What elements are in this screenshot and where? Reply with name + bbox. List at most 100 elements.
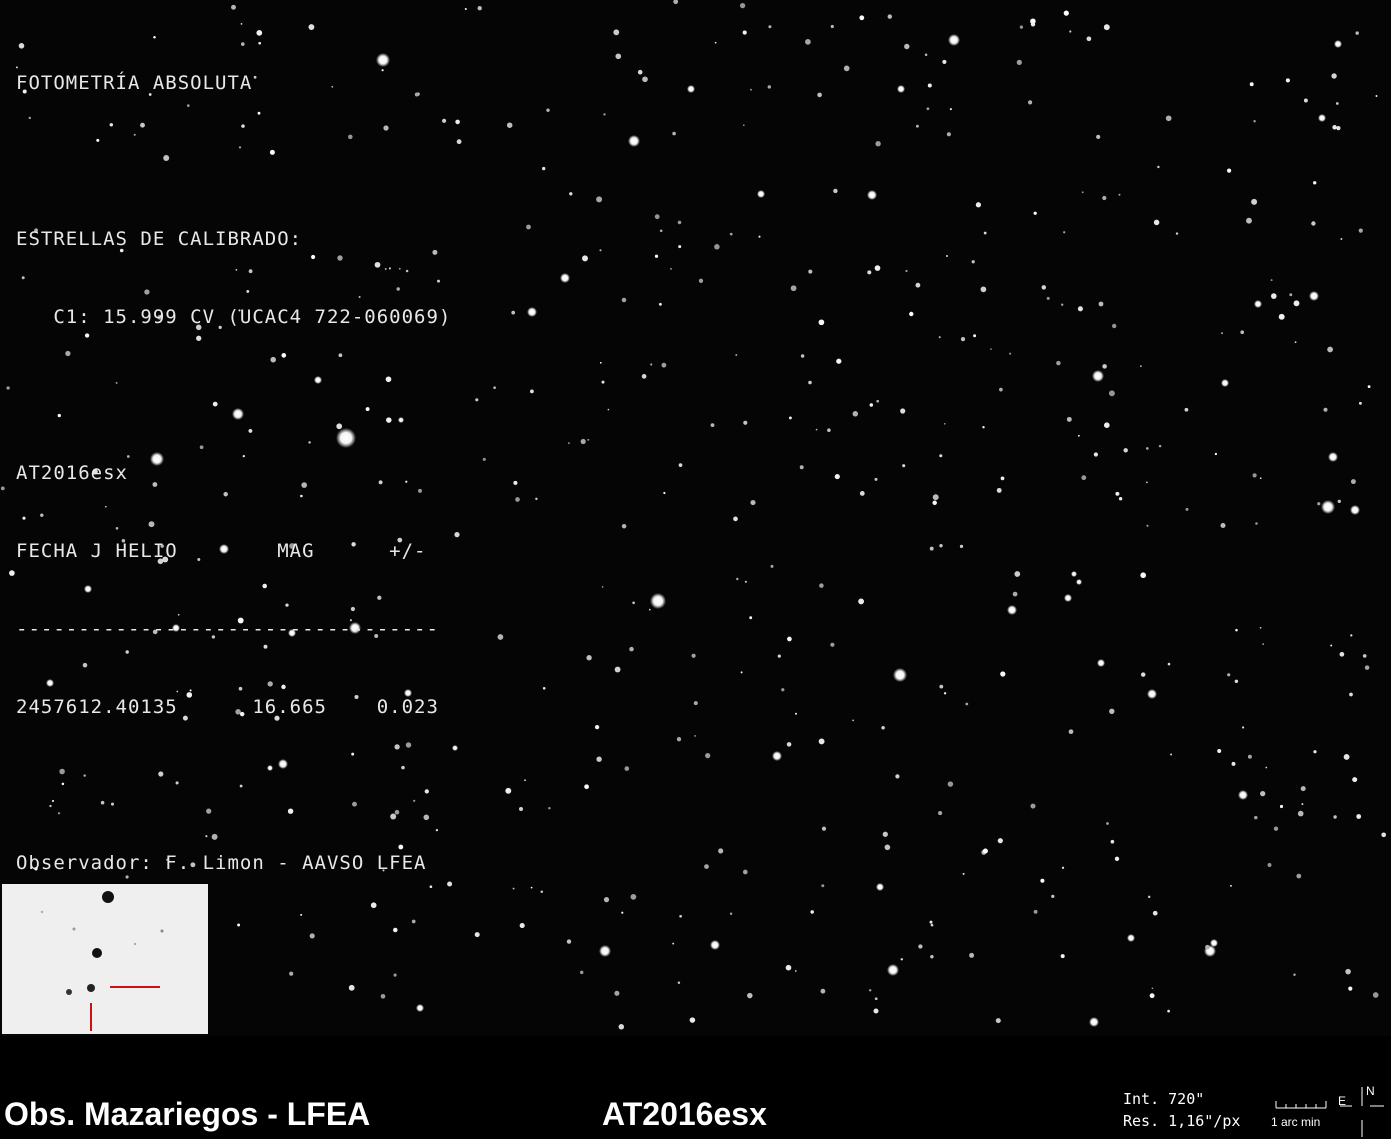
faint-star: [348, 984, 355, 991]
faint-star: [819, 583, 824, 588]
faint-star: [808, 380, 812, 385]
faint-star: [1375, 95, 1378, 97]
faint-star: [9, 570, 15, 576]
faint-star: [648, 608, 651, 611]
faint-star: [677, 981, 681, 985]
faint-star: [787, 636, 792, 642]
faint-star: [710, 423, 715, 427]
faint-star: [542, 687, 546, 690]
faint-star: [1251, 198, 1258, 205]
faint-star: [882, 831, 888, 837]
faint-star: [884, 844, 891, 851]
faint-star: [1364, 665, 1370, 670]
star: [1064, 594, 1072, 602]
star: [1092, 370, 1104, 382]
faint-star: [859, 491, 865, 496]
faint-star: [6, 386, 10, 390]
faint-star: [876, 399, 880, 403]
faint-star: [1297, 810, 1304, 817]
faint-star: [1140, 365, 1142, 367]
faint-star: [996, 487, 1002, 493]
faint-star: [542, 166, 546, 171]
faint-star: [1078, 434, 1080, 437]
faint-star: [679, 914, 682, 918]
target-name: AT2016esx: [16, 462, 128, 484]
faint-star: [599, 361, 602, 364]
star: [876, 883, 884, 891]
faint-star: [946, 132, 951, 137]
faint-star: [1247, 754, 1252, 759]
faint-star: [1033, 211, 1037, 215]
faint-star: [1231, 761, 1236, 766]
faint-star: [750, 88, 752, 91]
faint-star: [1358, 228, 1363, 233]
faint-star: [1061, 866, 1065, 869]
faint-star: [677, 220, 682, 225]
star: [599, 945, 611, 957]
faint-star: [767, 85, 771, 89]
faint-star: [1300, 786, 1306, 792]
faint-star: [705, 752, 711, 759]
faint-star: [594, 724, 600, 730]
faint-star: [821, 884, 825, 888]
faint-star: [515, 497, 520, 502]
faint-star: [1109, 708, 1115, 714]
faint-star: [1234, 679, 1239, 684]
faint-star: [518, 806, 524, 812]
faint-star: [1313, 750, 1317, 754]
faint-star: [493, 386, 496, 390]
faint-star: [579, 970, 584, 975]
faint-star: [915, 282, 921, 288]
faint-star: [795, 712, 797, 715]
faint-star: [714, 41, 717, 44]
star: [1076, 579, 1082, 585]
faint-star: [946, 255, 948, 257]
faint-star: [1167, 1009, 1170, 1013]
faint-star: [1060, 954, 1065, 959]
faint-star: [621, 297, 627, 303]
faint-star: [1151, 987, 1154, 990]
faint-star: [805, 39, 811, 45]
star: [628, 135, 640, 147]
faint-star: [529, 389, 534, 394]
faint-star: [455, 119, 460, 125]
faint-star: [1040, 878, 1045, 883]
faint-star: [836, 358, 842, 364]
faint-star: [1273, 826, 1279, 831]
table-rule: ----------------------------------: [16, 618, 439, 640]
faint-star: [718, 848, 724, 854]
faint-star: [1063, 10, 1069, 16]
faint-star: [980, 286, 987, 293]
faint-star: [464, 7, 467, 11]
faint-star: [962, 872, 965, 875]
faint-star: [785, 964, 792, 971]
scale-label: 1 arc min: [1271, 1115, 1321, 1129]
faint-star: [830, 24, 834, 29]
faint-star: [568, 442, 570, 444]
faint-star: [1093, 452, 1098, 457]
faint-star: [586, 655, 592, 661]
faint-star: [924, 53, 928, 56]
star: [1089, 1017, 1099, 1027]
faint-star: [1311, 221, 1316, 226]
faint-star: [1381, 832, 1387, 838]
faint-star: [1123, 448, 1128, 453]
faint-star: [930, 955, 934, 959]
faint-star: [1350, 479, 1356, 485]
faint-star: [1000, 476, 1005, 481]
faint-star: [1259, 477, 1262, 480]
faint-star: [1227, 673, 1231, 677]
faint-star: [869, 403, 874, 407]
faint-star: [519, 923, 525, 929]
star: [1309, 291, 1319, 301]
faint-star: [1317, 502, 1321, 506]
faint-star: [1265, 766, 1268, 769]
faint-star: [630, 894, 637, 900]
faint-star: [1115, 491, 1120, 496]
faint-star: [582, 255, 588, 262]
faint-star: [535, 497, 538, 501]
faint-star: [788, 416, 792, 420]
faint-star: [1262, 643, 1265, 645]
faint-star: [820, 988, 826, 994]
faint-star: [1278, 313, 1285, 320]
